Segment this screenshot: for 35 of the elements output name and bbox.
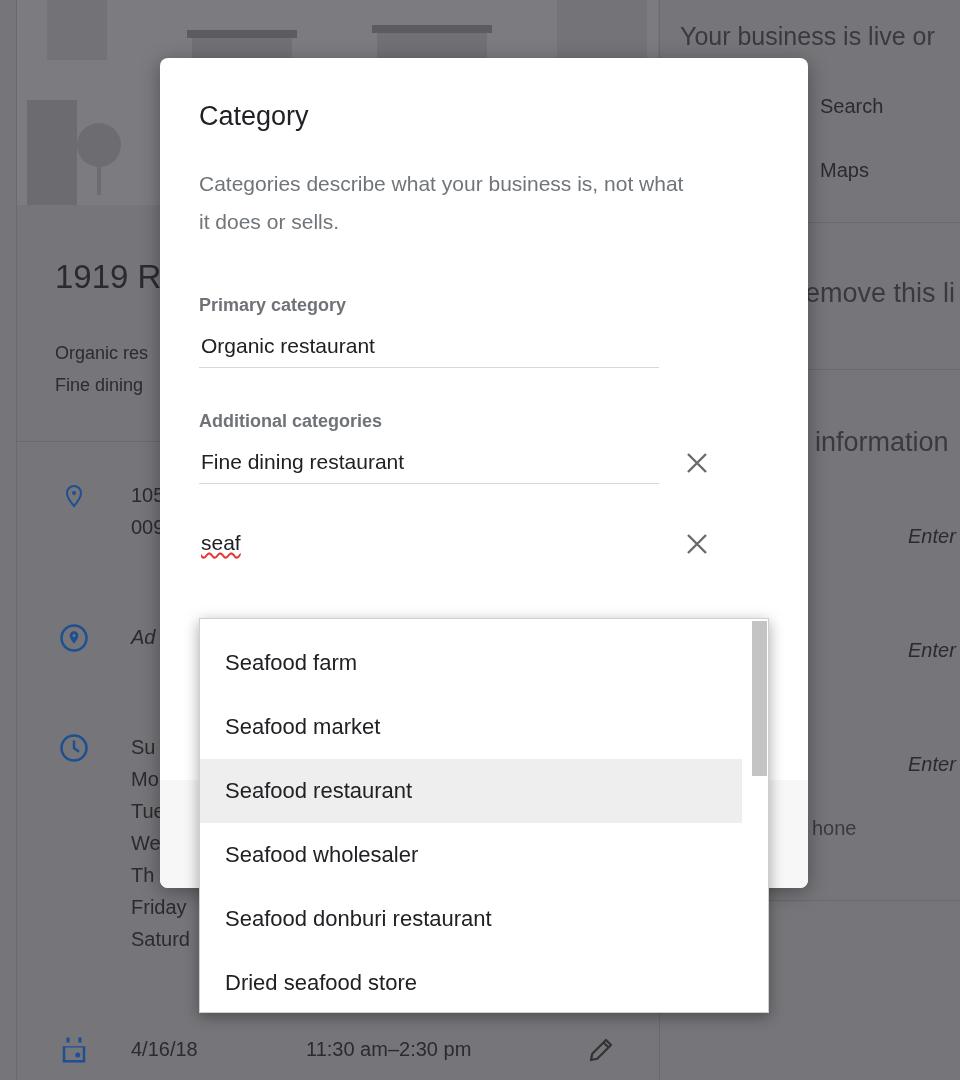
info-text: 4/16/18 bbox=[131, 1037, 198, 1062]
suggestion-item[interactable]: Dried seafood store bbox=[200, 951, 742, 1015]
scrollbar-thumb[interactable] bbox=[752, 621, 767, 776]
category-field[interactable]: seaf bbox=[199, 522, 659, 565]
business-category: Fine dining bbox=[55, 374, 144, 397]
primary-category-field[interactable]: Organic restaurant bbox=[199, 325, 659, 368]
category-field[interactable]: Fine dining restaurant bbox=[199, 441, 659, 484]
info-text: Su bbox=[131, 735, 156, 760]
suggestion-item[interactable]: Seafood wholesaler bbox=[200, 823, 742, 887]
suggestion-item[interactable]: Seafood donburi restaurant bbox=[200, 887, 742, 951]
status-heading: Your business is live or bbox=[680, 21, 935, 52]
phone-label: hone bbox=[812, 816, 857, 841]
info-text: Ad bbox=[131, 625, 156, 650]
clock-icon bbox=[59, 733, 89, 763]
business-category: Organic res bbox=[55, 342, 149, 365]
info-text: Saturd bbox=[131, 927, 190, 952]
close-icon[interactable] bbox=[685, 450, 709, 475]
close-icon[interactable] bbox=[685, 531, 709, 556]
field-label: Additional categories bbox=[199, 410, 383, 433]
hours-text: 11:30 am–2:30 pm bbox=[306, 1037, 473, 1062]
info-text: Th bbox=[131, 863, 155, 888]
location-circle-icon bbox=[59, 623, 89, 653]
business-name: 1919 R bbox=[55, 257, 162, 297]
info-text: Friday bbox=[131, 895, 187, 920]
suggestion-item[interactable]: Seafood farm bbox=[200, 631, 742, 695]
dialog-description: Categories describe what your business is, not what it does or sells. bbox=[199, 171, 685, 235]
status-text: Maps bbox=[820, 158, 869, 183]
suggestion-item[interactable]: Seafood restaurant bbox=[200, 759, 742, 823]
suggestion-item[interactable]: Seafood market bbox=[200, 695, 742, 759]
field-label: Primary category bbox=[199, 294, 347, 317]
info-text: Mo bbox=[131, 767, 159, 792]
info-text: We bbox=[131, 831, 161, 856]
section-heading: information bbox=[815, 426, 949, 459]
dialog-title: Category bbox=[199, 100, 309, 133]
status-text: Search bbox=[820, 94, 884, 119]
